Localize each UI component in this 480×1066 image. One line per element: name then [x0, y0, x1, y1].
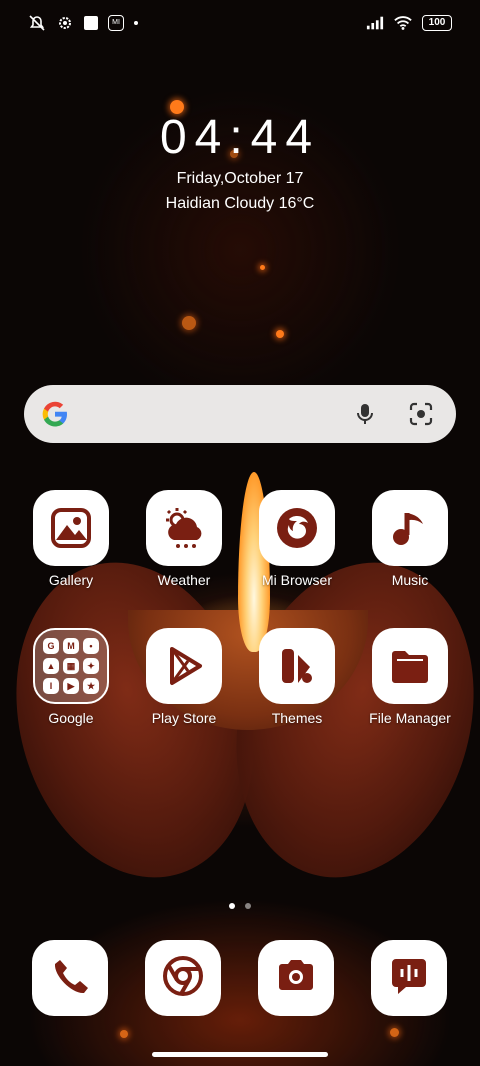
app-label: Music — [391, 572, 429, 588]
ember — [182, 316, 196, 330]
wifi-icon — [394, 14, 412, 32]
clock-date: Friday,October 17 — [176, 170, 304, 187]
battery-icon: 100 — [422, 15, 452, 31]
ember — [276, 330, 284, 338]
page-dot[interactable] — [245, 903, 251, 909]
app-weather[interactable]: Weather — [134, 490, 234, 588]
app-label: Gallery — [48, 572, 94, 588]
folder-file-icon — [372, 628, 448, 704]
page-indicator — [0, 903, 480, 909]
app-mi-browser[interactable]: Mi Browser — [247, 490, 347, 588]
dock-chrome[interactable] — [145, 940, 221, 1016]
themes-icon — [259, 628, 335, 704]
app-file-manager[interactable]: File Manager — [360, 628, 460, 726]
weather-summary[interactable]: Haidian Cloudy 16°C — [0, 195, 480, 213]
app-label: Weather — [157, 572, 211, 588]
mi-icon: MI — [108, 15, 124, 31]
folder-grid: G M • ▲ ▦ ✦ I ▶ ★ — [43, 638, 99, 694]
ember — [260, 265, 265, 270]
page-dot-active[interactable] — [229, 903, 235, 909]
app-themes[interactable]: Themes — [247, 628, 347, 726]
weather-icon — [146, 490, 222, 566]
status-bar: MI 100 — [0, 0, 480, 46]
folder-mini-icon: M — [63, 638, 79, 654]
app-google-folder[interactable]: G M • ▲ ▦ ✦ I ▶ ★ Google — [21, 628, 121, 726]
google-g-icon — [40, 399, 70, 429]
app-label: Play Store — [151, 710, 217, 726]
phone-icon — [50, 956, 90, 1001]
dock-camera[interactable] — [258, 940, 334, 1016]
vibrate-silent-icon — [28, 14, 46, 32]
app-gallery[interactable]: Gallery — [21, 490, 121, 588]
settings-gear-icon — [56, 14, 74, 32]
folder-icon: G M • ▲ ▦ ✦ I ▶ ★ — [33, 628, 109, 704]
dock-phone[interactable] — [32, 940, 108, 1016]
folder-mini-icon: ★ — [83, 678, 99, 694]
chrome-icon — [161, 954, 205, 1003]
app-label: Google — [48, 710, 94, 726]
signal-icon — [366, 14, 384, 32]
folder-mini-icon: ▲ — [43, 658, 59, 674]
microphone-icon[interactable] — [352, 401, 378, 427]
app-label: Themes — [271, 710, 323, 726]
home-gesture-bar[interactable] — [152, 1052, 328, 1057]
google-lens-icon[interactable] — [408, 401, 434, 427]
notification-square-icon — [84, 16, 98, 30]
folder-mini-icon: ▶ — [63, 678, 79, 694]
messages-icon — [388, 955, 430, 1002]
app-play-store[interactable]: Play Store — [134, 628, 234, 726]
browser-icon — [259, 490, 335, 566]
ember — [120, 1030, 128, 1038]
google-search-bar[interactable] — [24, 385, 456, 443]
music-note-icon — [372, 490, 448, 566]
dot-icon — [134, 21, 138, 25]
folder-mini-icon: G — [43, 638, 59, 654]
app-label: Mi Browser — [261, 572, 332, 588]
folder-mini-icon: ▦ — [63, 658, 79, 674]
folder-mini-icon: • — [83, 638, 99, 654]
dock-messages[interactable] — [371, 940, 447, 1016]
app-music[interactable]: Music — [360, 490, 460, 588]
folder-mini-icon: I — [43, 678, 59, 694]
gallery-icon — [33, 490, 109, 566]
play-store-icon — [146, 628, 222, 704]
app-label: File Manager — [369, 710, 451, 726]
folder-mini-icon: ✦ — [83, 658, 99, 674]
ember — [390, 1028, 399, 1037]
camera-icon — [274, 954, 318, 1003]
clock-time[interactable]: 04:44 — [0, 110, 480, 165]
